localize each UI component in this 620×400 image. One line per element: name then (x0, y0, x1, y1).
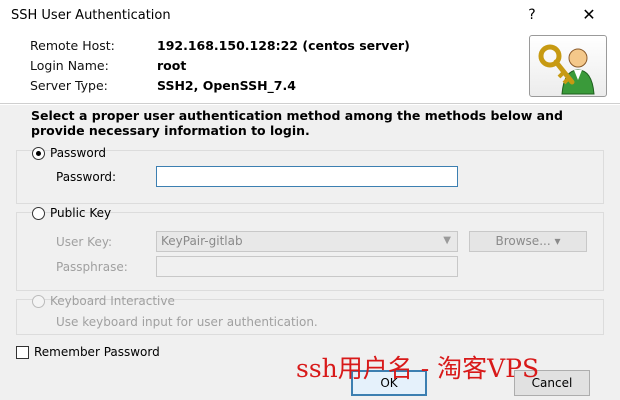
user-key-label: User Key: (56, 235, 113, 249)
public-key-option[interactable]: Public Key (32, 206, 111, 220)
passphrase-label: Passphrase: (56, 260, 128, 274)
remember-password-label: Remember Password (34, 345, 160, 359)
login-name-value: root (157, 58, 187, 73)
remote-host-value: 192.168.150.128:22 (centos server) (157, 38, 410, 53)
browse-button[interactable]: Browse... ▾ (469, 231, 587, 252)
close-button[interactable]: ✕ (577, 4, 601, 28)
password-option[interactable]: Password (32, 146, 106, 160)
remote-host-label: Remote Host: (30, 38, 115, 53)
window-title: SSH User Authentication (11, 8, 171, 23)
keyboard-interactive-description: Use keyboard input for user authenticati… (56, 315, 318, 329)
auth-panel: Select a proper user authentication meth… (0, 105, 620, 400)
help-button[interactable]: ? (520, 4, 544, 28)
server-type-value: SSH2, OpenSSH_7.4 (157, 78, 296, 93)
public-key-radio-label: Public Key (50, 206, 112, 220)
passphrase-input[interactable] (156, 256, 458, 277)
keyboard-interactive-option[interactable]: Keyboard Interactive (32, 294, 175, 308)
key-user-icon (529, 35, 607, 97)
instructions-text: Select a proper user authentication meth… (31, 108, 563, 138)
password-field-label: Password: (56, 170, 117, 184)
keyboard-interactive-radio-label: Keyboard Interactive (50, 294, 175, 308)
public-key-radio[interactable] (32, 206, 45, 220)
remember-password-checkbox[interactable] (16, 345, 29, 359)
title-bar: SSH User Authentication ? ✕ (0, 0, 620, 32)
user-key-value: KeyPair-gitlab (161, 234, 243, 248)
user-key-select[interactable]: KeyPair-gitlab ▼ (156, 231, 458, 252)
connection-info: Remote Host: 192.168.150.128:22 (centos … (0, 32, 620, 104)
remember-password-option[interactable]: Remember Password (16, 345, 160, 359)
server-type-label: Server Type: (30, 78, 108, 93)
browse-menu-arrow-icon: ▾ (554, 234, 561, 248)
browse-button-label: Browse... (495, 234, 551, 248)
password-input[interactable] (156, 166, 458, 187)
password-radio[interactable] (32, 146, 45, 160)
chevron-down-icon: ▼ (443, 235, 451, 246)
watermark-text: ssh用户名 - 淘客VPS (296, 354, 540, 383)
keyboard-interactive-radio[interactable] (32, 294, 45, 308)
login-name-label: Login Name: (30, 58, 109, 73)
password-radio-label: Password (50, 146, 107, 160)
